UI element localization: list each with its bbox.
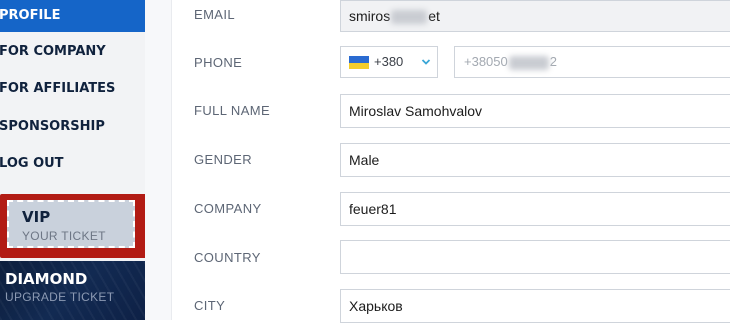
sidebar-item-for-company[interactable]: FOR COMPANY: [0, 36, 145, 68]
company-input[interactable]: feuer81: [340, 192, 730, 226]
vip-ticket-title: VIP: [22, 208, 51, 226]
phone-number-end: 2: [549, 54, 557, 69]
email-value-start: smiros: [349, 8, 391, 24]
country-code-value: +380: [374, 54, 404, 69]
diamond-upgrade-card[interactable]: DIAMOND UPGRADE TICKET: [0, 261, 145, 320]
phone-label: PHONE: [194, 55, 243, 70]
full-name-input[interactable]: Miroslav Samohvalov: [340, 94, 730, 128]
city-label: CITY: [194, 298, 226, 313]
redacted-blur: [391, 10, 428, 25]
sidebar-item-label: SPONSORSHIP: [0, 119, 105, 134]
company-label: COMPANY: [194, 201, 262, 216]
sidebar-divider: [145, 0, 172, 320]
sidebar-item-sponsorship[interactable]: SPONSORSHIP: [0, 111, 145, 143]
sidebar-item-for-affiliates[interactable]: FOR AFFILIATES: [0, 73, 145, 105]
email-field[interactable]: smiros et: [340, 0, 730, 32]
sidebar-item-label: FOR COMPANY: [0, 44, 106, 59]
sidebar-item-label: PROFILE: [0, 8, 61, 23]
gender-label: GENDER: [194, 152, 253, 167]
diamond-ticket-subtitle: UPGRADE TICKET: [5, 290, 115, 304]
sidebar-item-logout[interactable]: LOG OUT: [0, 148, 145, 180]
sidebar-item-label: LOG OUT: [0, 156, 64, 171]
gender-select[interactable]: Male: [340, 143, 730, 177]
company-value: feuer81: [349, 201, 397, 217]
diamond-ticket-title: DIAMOND: [5, 270, 88, 288]
vip-ticket-highlight: VIP YOUR TICKET: [0, 194, 150, 258]
ukraine-flag-icon: [349, 56, 369, 69]
country-label: COUNTRY: [194, 250, 261, 265]
city-input[interactable]: Харьков: [340, 289, 730, 323]
email-value-end: et: [428, 8, 440, 24]
country-code-select[interactable]: +380: [340, 46, 438, 78]
phone-number-input[interactable]: +38050 2: [454, 46, 730, 78]
chevron-down-icon: [421, 59, 431, 65]
full-name-value: Miroslav Samohvalov: [349, 103, 483, 119]
sidebar-item-profile[interactable]: PROFILE: [0, 0, 145, 32]
city-value: Харьков: [349, 298, 403, 314]
full-name-label: FULL NAME: [194, 103, 271, 118]
email-label: EMAIL: [194, 7, 236, 22]
vip-ticket-card[interactable]: VIP YOUR TICKET: [7, 200, 135, 248]
country-input[interactable]: [340, 240, 730, 274]
phone-number-start: +38050: [464, 54, 508, 69]
redacted-blur: [508, 55, 549, 70]
sidebar-item-label: FOR AFFILIATES: [0, 81, 116, 96]
gender-value: Male: [349, 152, 380, 168]
vip-ticket-subtitle: YOUR TICKET: [22, 229, 106, 243]
